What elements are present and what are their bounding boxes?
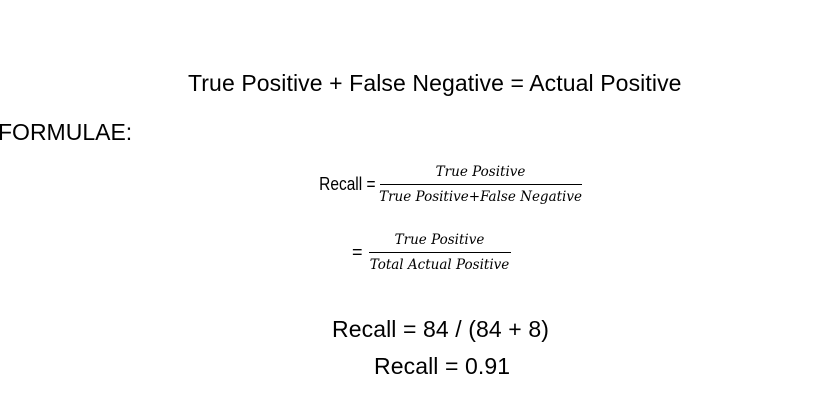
- fraction-denominator: Total Actual Positive: [369, 257, 510, 273]
- fraction-numerator: True Positive: [394, 232, 485, 248]
- fraction-bar: [368, 252, 511, 253]
- fraction-bar: [379, 184, 582, 185]
- fraction: True Positive Total Actual Positive: [368, 231, 511, 274]
- section-label-formulae: FORMULAE:: [0, 119, 133, 145]
- recall-definition-formula: Recall = True Positive True Positive+Fal…: [310, 163, 582, 206]
- recall-total-formula: = True Positive Total Actual Positive: [352, 231, 511, 274]
- fraction-denominator: True Positive+False Negative: [379, 189, 582, 205]
- formula-lhs: Recall =: [319, 174, 376, 194]
- fraction: True Positive True Positive+False Negati…: [379, 163, 582, 206]
- identity-statement: True Positive + False Negative = Actual …: [188, 70, 682, 96]
- recall-result: Recall = 0.91: [374, 353, 511, 379]
- formula-lhs: =: [352, 242, 363, 262]
- recall-calculation: Recall = 84 / (84 + 8): [332, 316, 549, 342]
- fraction-numerator: True Positive: [435, 164, 526, 180]
